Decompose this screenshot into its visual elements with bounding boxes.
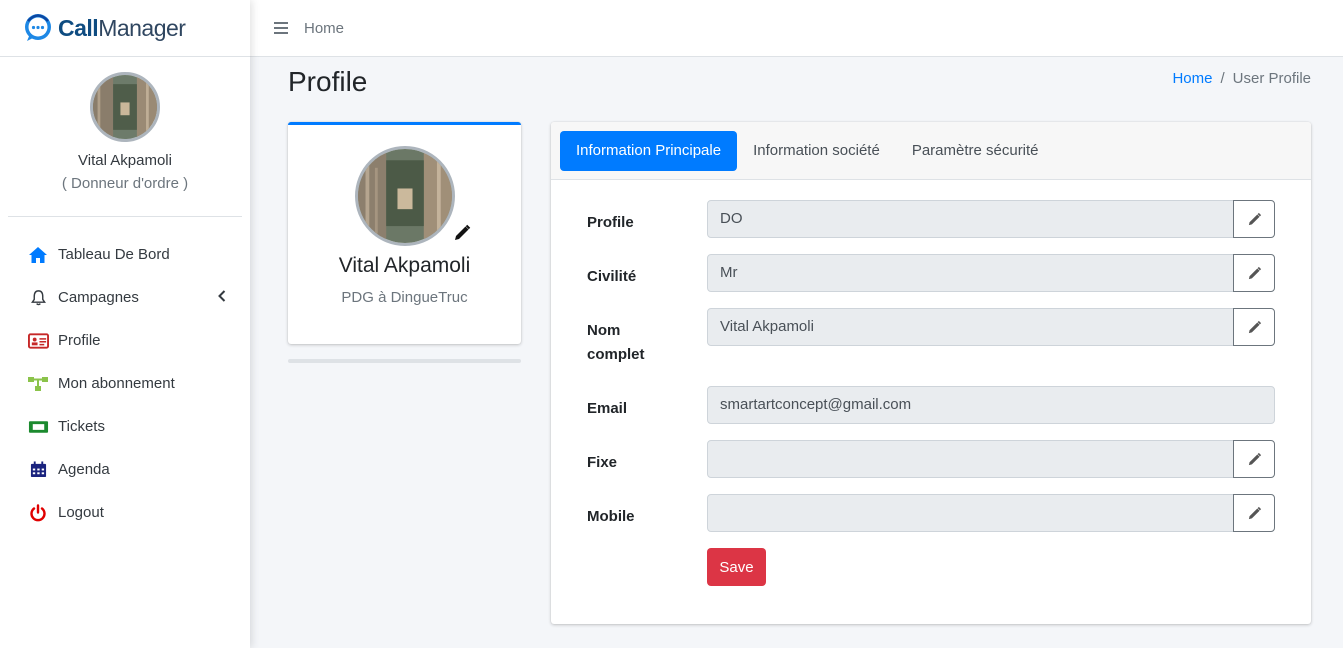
nom-complet-label: Nom complet [587, 322, 645, 363]
hamburger-menu-icon[interactable] [274, 22, 288, 34]
pencil-icon [1248, 266, 1261, 279]
save-button[interactable]: Save [707, 548, 766, 586]
user-role: ( Donneur d'ordre ) [61, 175, 189, 192]
nom-complet-field[interactable]: Vital Akpamoli [707, 308, 1234, 346]
edit-photo-pencil-icon[interactable] [453, 224, 471, 242]
sidebar-item-campagnes[interactable]: Campagnes [0, 276, 250, 319]
sidebar-item-label: Tickets [58, 418, 105, 435]
top-home-link[interactable]: Home [304, 20, 344, 37]
profile-name: Vital Akpamoli [338, 254, 471, 277]
edit-fixe-button[interactable] [1233, 440, 1275, 478]
tab-information-societe[interactable]: Information société [737, 131, 896, 171]
edit-nom-complet-button[interactable] [1233, 308, 1275, 346]
avatar[interactable] [90, 72, 160, 142]
email-label: Email [587, 400, 628, 417]
civilite-field[interactable]: Mr [707, 254, 1234, 292]
sidebar-item-label: Tableau De Bord [58, 246, 170, 263]
tab-information-principale[interactable]: Information Principale [560, 130, 738, 171]
calendar-icon [27, 460, 49, 480]
sidebar-item-label: Campagnes [58, 289, 139, 306]
tabs-bar: Information Principale Information socié… [551, 122, 1311, 180]
breadcrumb-separator: / [1220, 70, 1225, 87]
profile-label: Profile [587, 214, 634, 231]
profile-job-title: PDG à DingueTruc [341, 289, 468, 306]
profile-card: Vital Akpamoli PDG à DingueTruc [288, 122, 521, 344]
pencil-icon [1248, 320, 1261, 333]
sidebar-item-logout[interactable]: Logout [0, 491, 250, 534]
sidebar-item-label: Profile [58, 332, 101, 349]
tab-parametre-securite[interactable]: Paramètre sécurité [896, 131, 1055, 171]
chevron-left-icon [218, 290, 226, 302]
user-panel: Vital Akpamoli ( Donneur d'ordre ) [8, 57, 242, 217]
profile-field[interactable]: DO [707, 200, 1234, 238]
sidebar: CallManager Vital Akpamoli ( Donneur d'o… [0, 0, 250, 648]
sidebar-item-label: Agenda [58, 461, 110, 478]
sidebar-item-label: Mon abonnement [58, 375, 175, 392]
page-title: Profile [288, 66, 368, 97]
brand-logo[interactable]: CallManager [0, 0, 250, 57]
bell-icon [27, 288, 49, 308]
pencil-icon [1248, 506, 1261, 519]
sidebar-item-profile[interactable]: Profile [0, 319, 250, 362]
pencil-icon [1248, 212, 1261, 225]
edit-civilite-button[interactable] [1233, 254, 1275, 292]
sidebar-nav: Tableau De Bord Campagnes Profile Mon ab… [0, 217, 250, 534]
power-icon [27, 503, 49, 523]
sidebar-item-tickets[interactable]: Tickets [0, 405, 250, 448]
card-divider [288, 359, 521, 363]
sidebar-item-mon-abonnement[interactable]: Mon abonnement [0, 362, 250, 405]
chat-logo-icon [25, 14, 51, 41]
fixe-field[interactable] [707, 440, 1234, 478]
sitemap-icon [27, 374, 49, 394]
sidebar-item-agenda[interactable]: Agenda [0, 448, 250, 491]
profile-form-card: Information Principale Information socié… [551, 122, 1311, 624]
sidebar-item-label: Logout [58, 504, 104, 521]
mobile-field[interactable] [707, 494, 1234, 532]
home-icon [27, 245, 49, 265]
pencil-icon [1248, 452, 1261, 465]
mobile-label: Mobile [587, 508, 635, 525]
edit-profile-button[interactable] [1233, 200, 1275, 238]
ticket-icon [27, 417, 49, 437]
email-field[interactable]: smartartconcept@gmail.com [707, 386, 1275, 424]
id-card-icon [27, 331, 49, 351]
brand-name: CallManager [58, 14, 186, 41]
fixe-label: Fixe [587, 454, 618, 471]
profile-photo-icon [358, 149, 452, 243]
breadcrumb: Home / User Profile [1172, 70, 1311, 87]
breadcrumb-home-link[interactable]: Home [1172, 70, 1212, 87]
user-name: Vital Akpamoli [78, 152, 172, 169]
profile-avatar[interactable] [355, 146, 455, 246]
top-navbar: Home [250, 0, 1343, 57]
sidebar-item-tableau-de-bord[interactable]: Tableau De Bord [0, 233, 250, 276]
breadcrumb-current: User Profile [1232, 70, 1311, 87]
avatar-photo-icon [93, 75, 157, 139]
edit-mobile-button[interactable] [1233, 494, 1275, 532]
civilite-label: Civilité [587, 268, 637, 285]
